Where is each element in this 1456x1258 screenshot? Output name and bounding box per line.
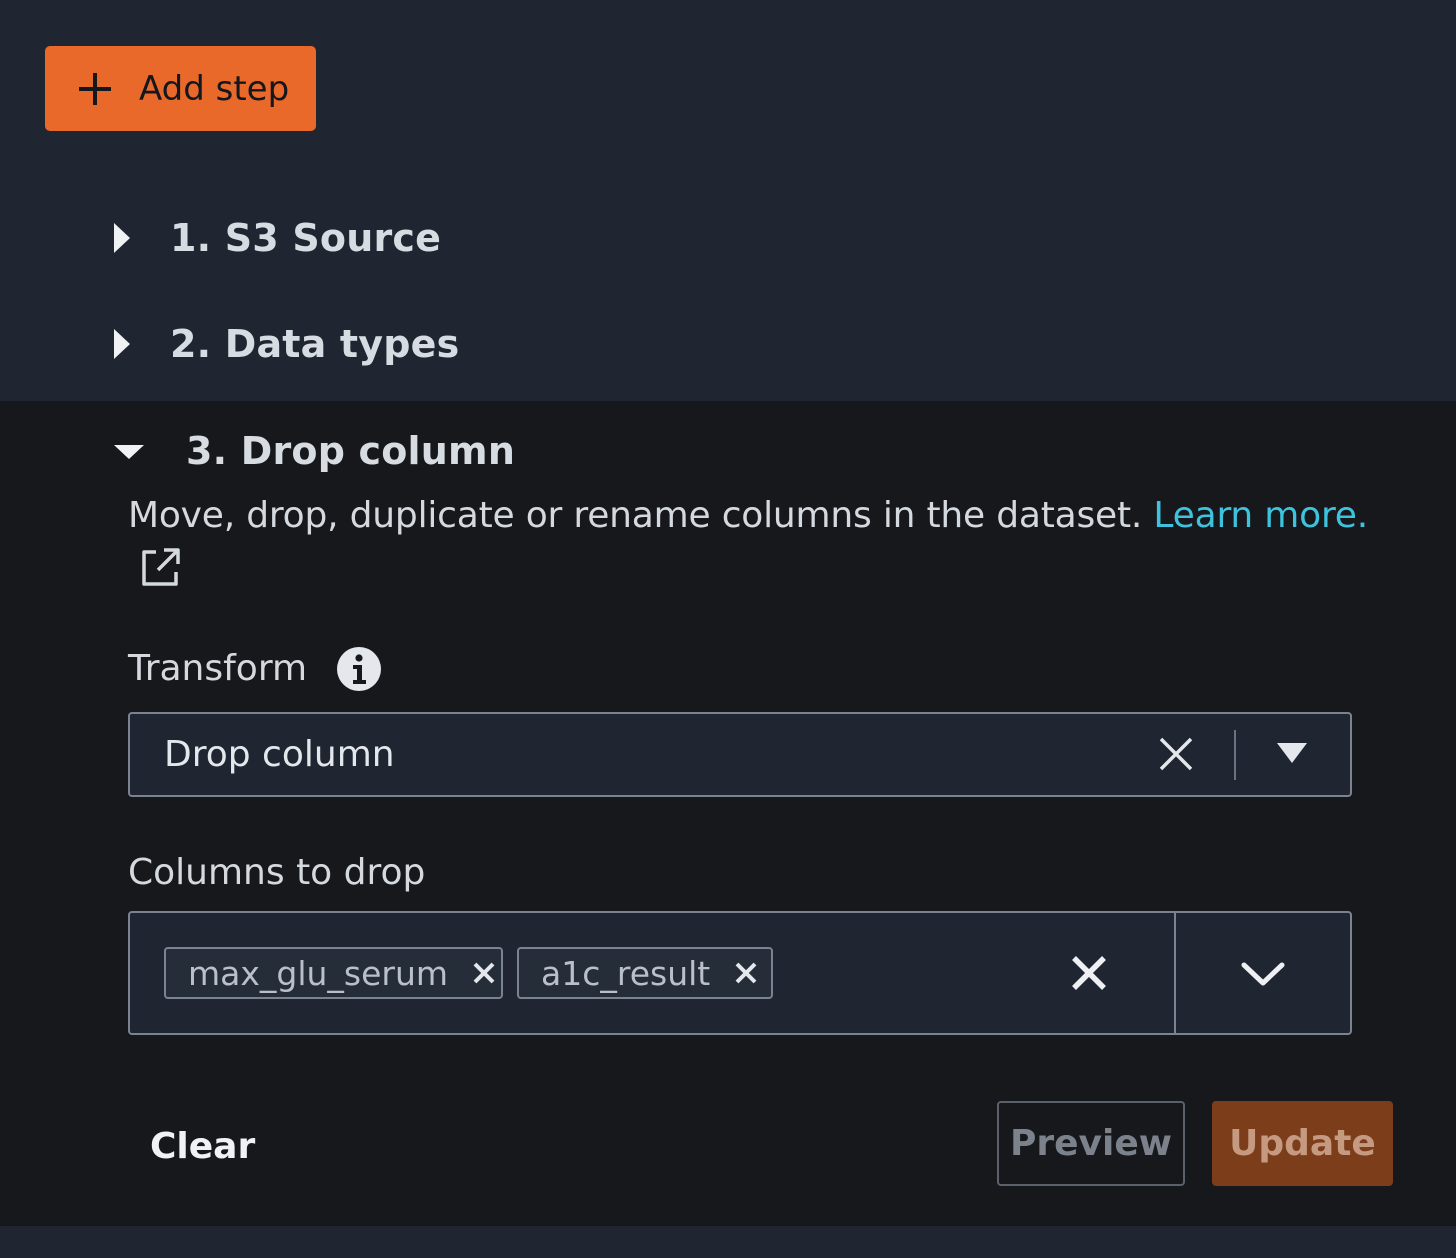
- step-data-types[interactable]: 2. Data types: [112, 314, 459, 374]
- panel-footer-strip: [0, 1226, 1456, 1258]
- add-step-button[interactable]: Add step: [45, 46, 316, 131]
- description-text: Move, drop, duplicate or rename columns …: [128, 495, 1143, 536]
- info-icon[interactable]: [336, 646, 382, 692]
- plus-icon: [79, 72, 111, 105]
- remove-token-icon[interactable]: [472, 961, 496, 985]
- transform-value: Drop column: [164, 734, 395, 775]
- step-title: 2. Data types: [170, 322, 460, 366]
- external-link-icon[interactable]: [138, 546, 182, 590]
- chevron-down-icon[interactable]: [1240, 960, 1286, 988]
- columns-to-drop-label: Columns to drop: [128, 852, 426, 893]
- column-token: max_glu_serum: [164, 947, 503, 999]
- caret-right-icon: [114, 329, 130, 359]
- clear-all-icon[interactable]: [1070, 954, 1108, 992]
- select-divider: [1234, 730, 1236, 780]
- transform-label: Transform: [128, 648, 308, 689]
- step-drop-column[interactable]: 3. Drop column: [112, 421, 515, 481]
- learn-more-link[interactable]: Learn more.: [1153, 495, 1368, 536]
- multiselect-divider: [1174, 913, 1176, 1033]
- step-s3-source[interactable]: 1. S3 Source: [112, 208, 441, 268]
- clear-button[interactable]: Clear: [150, 1116, 255, 1176]
- remove-token-icon[interactable]: [734, 961, 758, 985]
- caret-right-icon: [114, 223, 130, 253]
- caret-down-icon: [114, 445, 144, 459]
- add-step-label: Add step: [139, 68, 290, 109]
- step-title: 3. Drop column: [186, 429, 516, 473]
- step-title: 1. S3 Source: [170, 216, 442, 260]
- column-token: a1c_result: [517, 947, 773, 999]
- preview-button[interactable]: Preview: [997, 1101, 1185, 1186]
- update-button[interactable]: Update: [1212, 1101, 1393, 1186]
- token-label: a1c_result: [541, 953, 711, 993]
- step-description: Move, drop, duplicate or rename columns …: [128, 490, 1368, 542]
- clear-selection-icon[interactable]: [1156, 734, 1196, 774]
- token-label: max_glu_serum: [188, 953, 449, 993]
- caret-down-icon[interactable]: [1274, 740, 1310, 766]
